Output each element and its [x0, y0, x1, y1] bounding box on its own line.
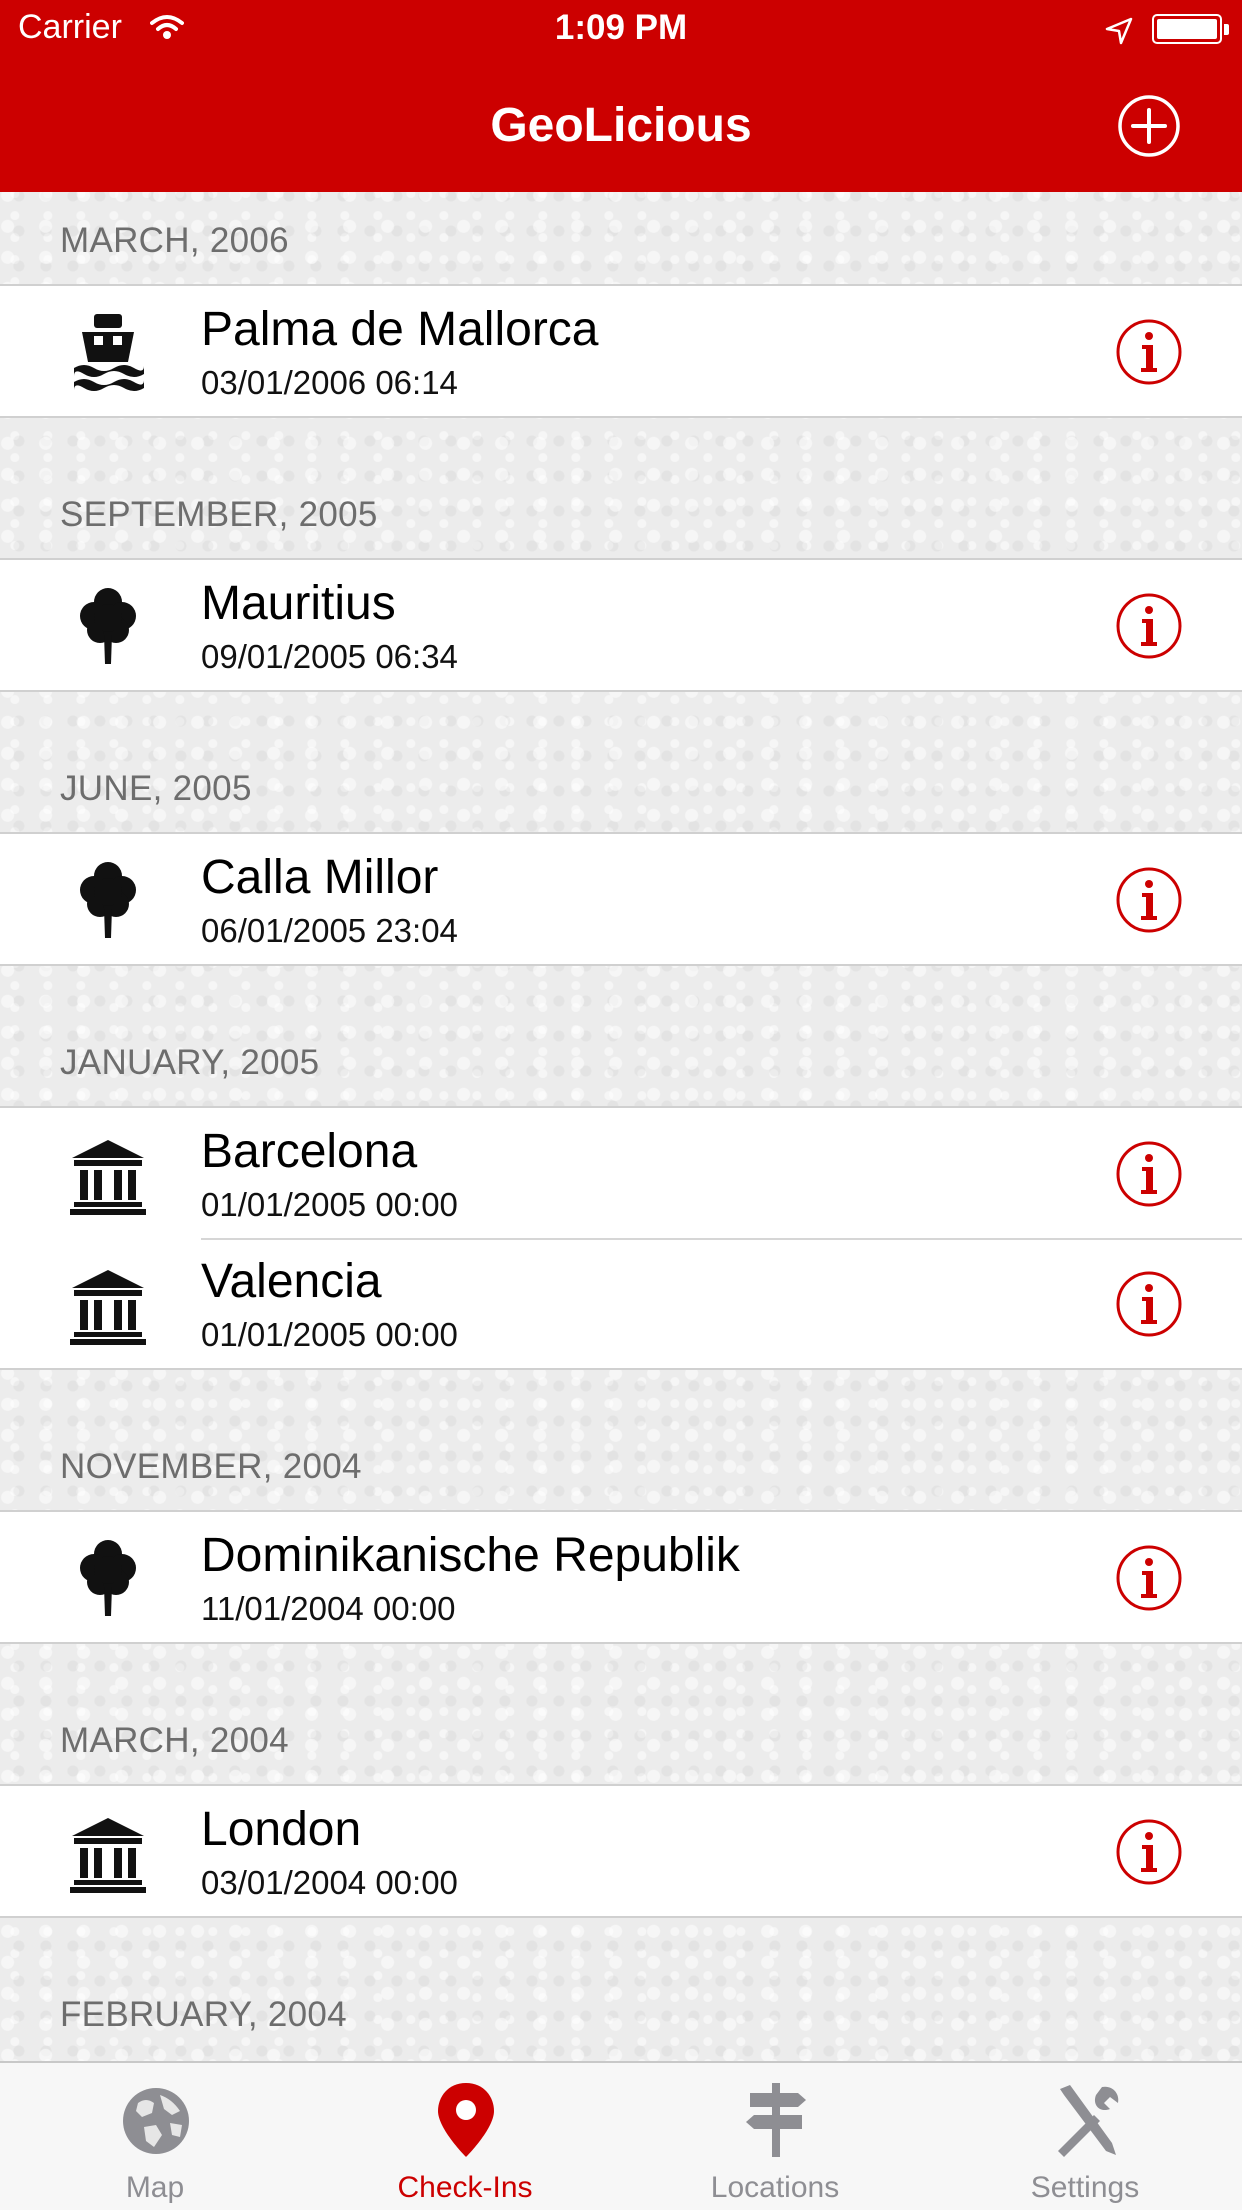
- checkin-date: 03/01/2004 00:00: [201, 1864, 458, 1901]
- section-header: MARCH, 2004: [0, 1692, 1242, 1784]
- checkin-title: Dominikanische Republik: [201, 1529, 740, 1582]
- section-rows: Barcelona 01/01/2005 00:00 Valencia 01/01/…: [0, 1106, 1242, 1370]
- battery-icon: [1152, 14, 1222, 44]
- checkin-title: Mauritius: [201, 577, 396, 630]
- globe-icon: [123, 2088, 189, 2154]
- tab-locations[interactable]: Locations: [620, 2063, 930, 2210]
- section-header-label: FEBRUARY, 2004: [60, 1995, 347, 2034]
- section-header-label: JUNE, 2005: [60, 769, 252, 808]
- section-header: FEBRUARY, 2004: [0, 1966, 1242, 2058]
- section-header-label: MARCH, 2006: [60, 221, 289, 260]
- page-title: GeoLicious: [490, 99, 752, 152]
- add-checkin-button[interactable]: [1117, 94, 1181, 158]
- checkin-title: Calla Millor: [201, 851, 439, 904]
- section-rows: Mauritius 09/01/2005 06:34: [0, 558, 1242, 692]
- section-header: JUNE, 2005: [0, 740, 1242, 832]
- navigation-bar: Carrier 1:09 PM GeoLicious: [0, 0, 1242, 192]
- checkin-row[interactable]: Calla Millor 06/01/2005 23:04: [0, 834, 1242, 964]
- museum-icon: [68, 1132, 148, 1216]
- checkin-row[interactable]: Barcelona 01/01/2005 00:00: [0, 1108, 1242, 1238]
- info-icon[interactable]: [1115, 318, 1183, 386]
- info-icon[interactable]: [1115, 1270, 1183, 1338]
- checkin-row[interactable]: Palma de Mallorca 03/01/2006 06:14: [0, 286, 1242, 416]
- checkin-date: 03/01/2006 06:14: [201, 364, 458, 401]
- section-header: MARCH, 2006: [0, 192, 1242, 284]
- tab-check-ins[interactable]: Check-Ins: [310, 2063, 620, 2210]
- checkin-title: London: [201, 1803, 362, 1856]
- museum-icon: [68, 1810, 148, 1894]
- checkin-row[interactable]: Dominikanische Republik 11/01/2004 00:00: [0, 1512, 1242, 1642]
- tab-label: Locations: [710, 2171, 840, 2204]
- museum-icon: [68, 1262, 148, 1346]
- checkin-date: 11/01/2004 00:00: [201, 1590, 456, 1627]
- info-icon[interactable]: [1115, 592, 1183, 660]
- checkin-row[interactable]: London 03/01/2004 00:00: [0, 1786, 1242, 1916]
- tree-icon: [68, 584, 148, 668]
- signpost-icon: [746, 2083, 806, 2157]
- section-rows: Palma de Mallorca 03/01/2006 06:14: [0, 284, 1242, 418]
- checkin-title: Valencia: [201, 1255, 382, 1308]
- checkins-list[interactable]: MARCH, 2006 Palma de Mallorca 03/01/2006 …: [0, 192, 1242, 2058]
- status-bar: Carrier 1:09 PM: [0, 0, 1242, 60]
- section-header: SEPTEMBER, 2005: [0, 466, 1242, 558]
- location-arrow-icon: [1105, 17, 1133, 45]
- section-header-label: SEPTEMBER, 2005: [60, 495, 378, 534]
- tab-map[interactable]: Map: [0, 2063, 310, 2210]
- checkin-date: 09/01/2005 06:34: [201, 638, 458, 675]
- checkin-date: 01/01/2005 00:00: [201, 1316, 458, 1353]
- section-header: NOVEMBER, 2004: [0, 1418, 1242, 1510]
- tree-icon: [68, 858, 148, 942]
- info-icon[interactable]: [1115, 1140, 1183, 1208]
- tab-label: Check-Ins: [397, 2171, 533, 2204]
- info-icon[interactable]: [1115, 866, 1183, 934]
- tools-icon: [1058, 2085, 1119, 2157]
- checkin-date: 01/01/2005 00:00: [201, 1186, 458, 1223]
- info-icon[interactable]: [1115, 1544, 1183, 1612]
- checkin-title: Barcelona: [201, 1125, 418, 1178]
- tab-label: Settings: [1030, 2171, 1140, 2204]
- tab-label: Map: [125, 2171, 185, 2204]
- ship-icon: [68, 310, 148, 394]
- info-icon[interactable]: [1115, 1818, 1183, 1886]
- tab-bar: Map Check-Ins Locations Settings: [0, 2061, 1242, 2210]
- checkin-date: 06/01/2005 23:04: [201, 912, 458, 949]
- tab-settings[interactable]: Settings: [930, 2063, 1240, 2210]
- checkin-title: Palma de Mallorca: [201, 303, 599, 356]
- status-time: 1:09 PM: [554, 8, 688, 47]
- section-rows: Dominikanische Republik 11/01/2004 00:00: [0, 1510, 1242, 1644]
- section-header-label: JANUARY, 2005: [60, 1043, 320, 1082]
- section-header: JANUARY, 2005: [0, 1014, 1242, 1106]
- battery-cap: [1224, 24, 1229, 35]
- tree-icon: [68, 1536, 148, 1620]
- map-pin-icon: [438, 2083, 494, 2157]
- section-rows: London 03/01/2004 00:00: [0, 1784, 1242, 1918]
- checkin-row[interactable]: Mauritius 09/01/2005 06:34: [0, 560, 1242, 690]
- section-header-label: NOVEMBER, 2004: [60, 1447, 362, 1486]
- checkin-row[interactable]: Valencia 01/01/2005 00:00: [0, 1238, 1242, 1368]
- section-rows: Calla Millor 06/01/2005 23:04: [0, 832, 1242, 966]
- section-header-label: MARCH, 2004: [60, 1721, 289, 1760]
